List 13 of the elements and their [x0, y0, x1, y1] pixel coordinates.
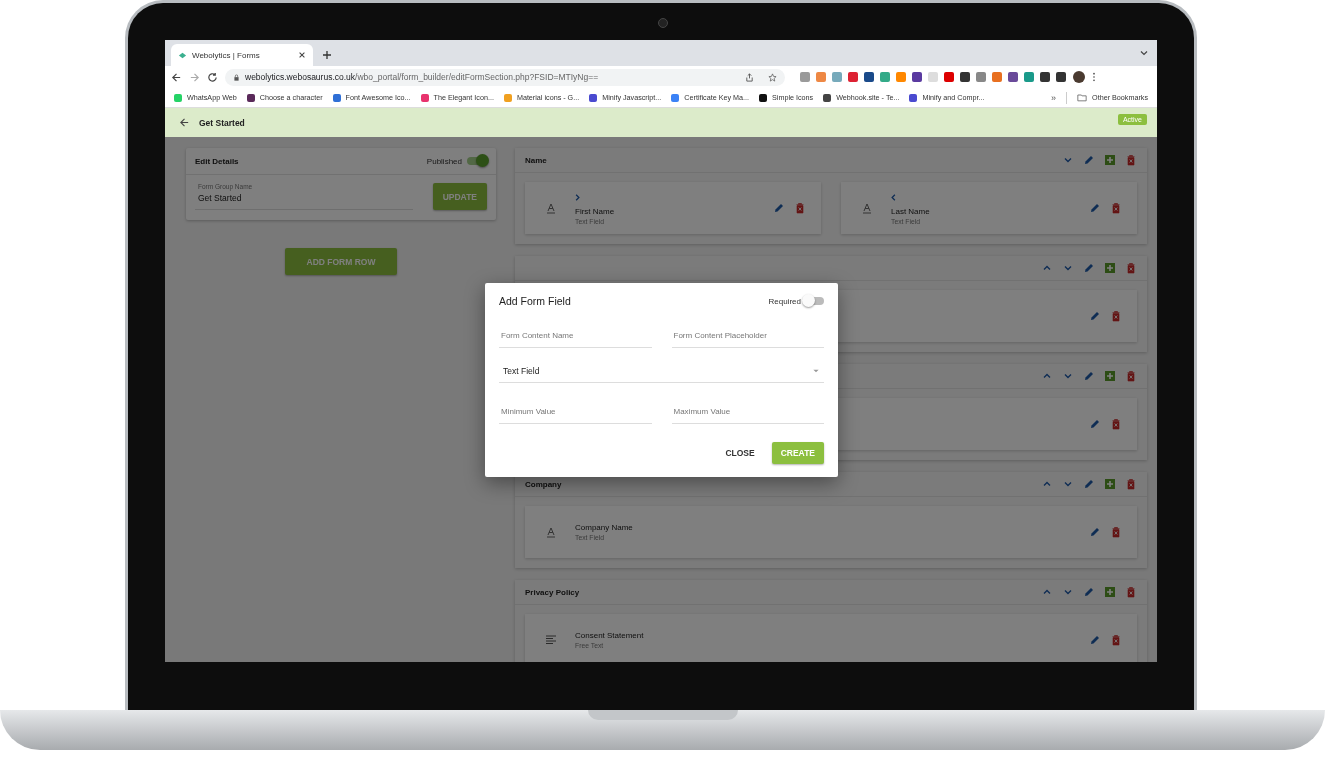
dialog-title: Add Form Field — [499, 295, 571, 307]
card-title: Edit Details — [195, 156, 239, 166]
toggle-label: Published — [426, 156, 462, 166]
row-title: Privacy Policy — [525, 587, 580, 597]
toggle-label: Required — [768, 296, 801, 306]
tab-title: Webolytics | Forms — [192, 50, 261, 60]
row-title: Name — [525, 155, 547, 165]
page-title: Get Started — [199, 117, 245, 128]
field-name: First Name — [575, 206, 615, 216]
row-title: Company — [525, 479, 562, 489]
field-name: Company Name — [575, 523, 633, 532]
field-name: Last Name — [891, 206, 930, 216]
field-name: Consent Statement — [575, 631, 644, 640]
